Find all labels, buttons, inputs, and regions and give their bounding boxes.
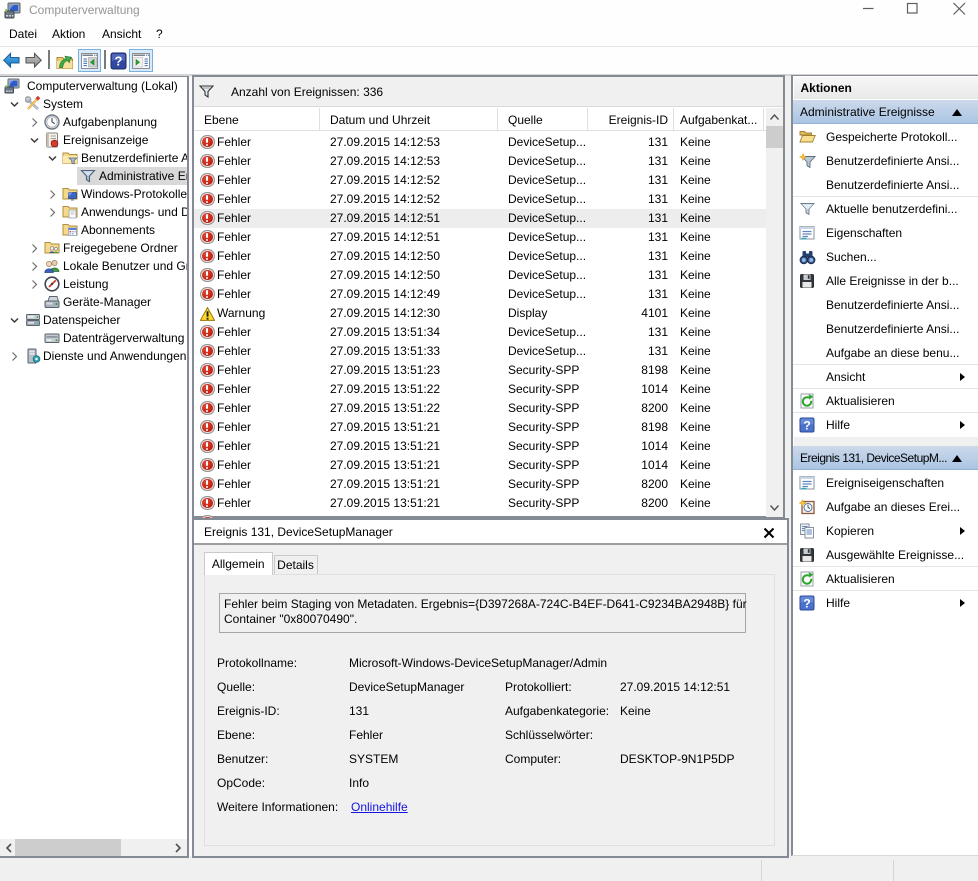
svg-text:?: ? [115,54,123,69]
svg-text:?: ? [803,596,810,610]
svg-text:?: ? [803,419,810,433]
